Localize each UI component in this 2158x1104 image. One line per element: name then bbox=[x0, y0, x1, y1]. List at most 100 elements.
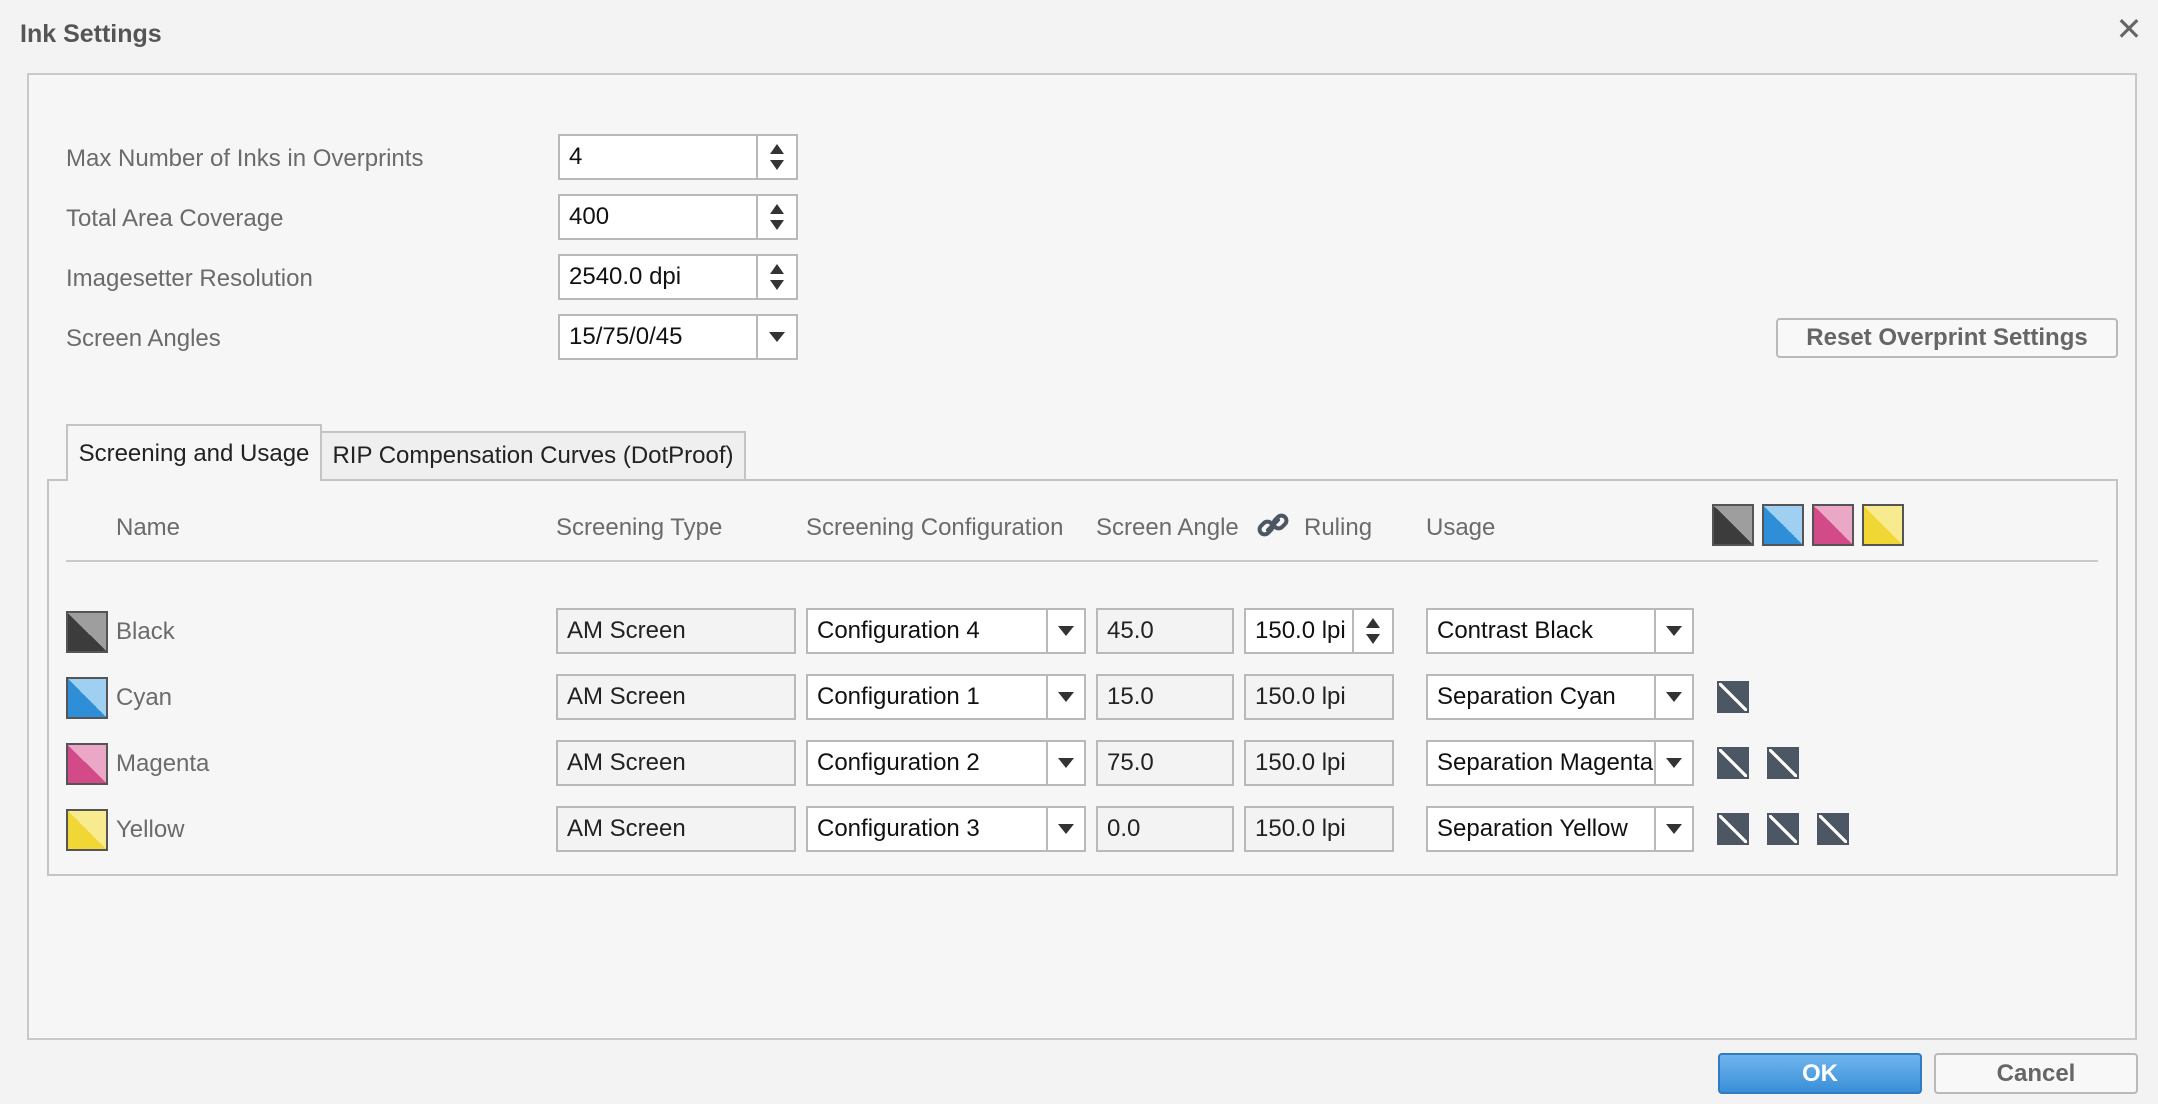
screening-type-field: AM Screen bbox=[556, 674, 796, 720]
ruling-field: 150.0 lpi bbox=[1244, 740, 1394, 786]
ok-button[interactable]: OK bbox=[1718, 1053, 1922, 1094]
arrow-down-icon[interactable] bbox=[1366, 634, 1380, 644]
screening-config-select[interactable]: Configuration 3 bbox=[806, 806, 1048, 852]
column-header-screen-angle: Screen Angle bbox=[1096, 514, 1239, 541]
swatch-header-black bbox=[1712, 504, 1754, 551]
overprint-toggle[interactable] bbox=[1717, 681, 1749, 713]
usage-select[interactable]: Separation Cyan bbox=[1426, 674, 1656, 720]
screening-config-dropdown[interactable] bbox=[1046, 674, 1086, 720]
chevron-down-icon bbox=[1666, 692, 1682, 702]
cyan-swatch-icon bbox=[66, 677, 108, 719]
screen-angle-field: 45.0 bbox=[1096, 608, 1234, 654]
tab-screening-usage[interactable]: Screening and Usage bbox=[66, 424, 322, 481]
cancel-button[interactable]: Cancel bbox=[1934, 1053, 2138, 1094]
screen-angle-field: 0.0 bbox=[1096, 806, 1234, 852]
overprint-toggle[interactable] bbox=[1717, 813, 1749, 845]
ink-name: Cyan bbox=[116, 684, 173, 711]
arrow-down-icon[interactable] bbox=[770, 280, 784, 290]
header-divider bbox=[66, 560, 2098, 562]
overprint-toggle[interactable] bbox=[1767, 747, 1799, 779]
tab-rip-compensation[interactable]: RIP Compensation Curves (DotProof) bbox=[320, 431, 746, 481]
ruling-stepper[interactable] bbox=[1352, 608, 1394, 654]
usage-select[interactable]: Separation Yellow bbox=[1426, 806, 1656, 852]
link-icon[interactable] bbox=[1256, 508, 1290, 542]
overprint-icon bbox=[1717, 813, 1749, 845]
column-header-usage: Usage bbox=[1426, 514, 1496, 541]
column-header-screening-type: Screening Type bbox=[556, 514, 723, 541]
screen-angle-field: 15.0 bbox=[1096, 674, 1234, 720]
black-swatch-icon bbox=[66, 611, 108, 653]
screening-config-dropdown[interactable] bbox=[1046, 740, 1086, 786]
overprint-toggle[interactable] bbox=[1817, 813, 1849, 845]
usage-select[interactable]: Contrast Black bbox=[1426, 608, 1656, 654]
ink-name: Black bbox=[116, 618, 175, 645]
screening-config-select[interactable]: Configuration 4 bbox=[806, 608, 1048, 654]
column-header-ruling: Ruling bbox=[1304, 514, 1373, 541]
swatch-header-yellow bbox=[1862, 504, 1904, 551]
chevron-down-icon bbox=[769, 332, 785, 342]
screening-config-select[interactable]: Configuration 2 bbox=[806, 740, 1048, 786]
chevron-down-icon bbox=[1666, 824, 1682, 834]
overprint-icon bbox=[1717, 681, 1749, 713]
arrow-down-icon[interactable] bbox=[770, 160, 784, 170]
arrow-down-icon[interactable] bbox=[770, 220, 784, 230]
ruling-field: 150.0 lpi bbox=[1244, 806, 1394, 852]
chevron-down-icon bbox=[1058, 824, 1074, 834]
reset-overprint-button[interactable]: Reset Overprint Settings bbox=[1776, 318, 2118, 358]
cyan-swatch-icon bbox=[1762, 504, 1804, 546]
column-header-name: Name bbox=[116, 514, 181, 541]
resolution-input[interactable]: 2540.0 dpi bbox=[558, 254, 758, 300]
arrow-up-icon[interactable] bbox=[770, 264, 784, 274]
close-icon[interactable]: ✕ bbox=[2114, 13, 2144, 45]
screening-config-dropdown[interactable] bbox=[1046, 608, 1086, 654]
screening-type-field: AM Screen bbox=[556, 740, 796, 786]
screening-type-field: AM Screen bbox=[556, 806, 796, 852]
swatch-header-cyan bbox=[1762, 504, 1804, 551]
overprint-icon bbox=[1767, 813, 1799, 845]
ruling-field: 150.0 lpi bbox=[1244, 674, 1394, 720]
usage-dropdown[interactable] bbox=[1654, 608, 1694, 654]
screen-angle-field: 75.0 bbox=[1096, 740, 1234, 786]
dialog-title: Ink Settings bbox=[20, 20, 162, 48]
usage-dropdown[interactable] bbox=[1654, 740, 1694, 786]
ink-name: Magenta bbox=[116, 750, 210, 777]
screen-angles-label: Screen Angles bbox=[66, 325, 221, 352]
overprint-toggle[interactable] bbox=[1767, 813, 1799, 845]
ruling-input[interactable]: 150.0 lpi bbox=[1244, 608, 1354, 654]
resolution-label: Imagesetter Resolution bbox=[66, 265, 313, 292]
tac-stepper[interactable] bbox=[756, 194, 798, 240]
chevron-down-icon bbox=[1666, 758, 1682, 768]
chevron-down-icon bbox=[1058, 692, 1074, 702]
overprint-icon bbox=[1817, 813, 1849, 845]
screen-angles-dropdown[interactable] bbox=[756, 314, 798, 360]
max-inks-label: Max Number of Inks in Overprints bbox=[66, 145, 424, 172]
yellow-swatch-icon bbox=[1862, 504, 1904, 546]
screen-angles-select[interactable]: 15/75/0/45 bbox=[558, 314, 758, 360]
max-inks-input[interactable]: 4 bbox=[558, 134, 758, 180]
swatch-header-magenta bbox=[1812, 504, 1854, 551]
usage-select[interactable]: Separation Magenta bbox=[1426, 740, 1656, 786]
screening-config-select[interactable]: Configuration 1 bbox=[806, 674, 1048, 720]
tac-label: Total Area Coverage bbox=[66, 205, 284, 232]
magenta-swatch-icon bbox=[66, 743, 108, 785]
ink-name: Yellow bbox=[116, 816, 185, 843]
column-header-screening-config: Screening Configuration bbox=[806, 514, 1064, 541]
resolution-stepper[interactable] bbox=[756, 254, 798, 300]
chevron-down-icon bbox=[1058, 626, 1074, 636]
arrow-up-icon[interactable] bbox=[770, 204, 784, 214]
max-inks-stepper[interactable] bbox=[756, 134, 798, 180]
overprint-icon bbox=[1717, 747, 1749, 779]
black-swatch-icon bbox=[1712, 504, 1754, 546]
magenta-swatch-icon bbox=[1812, 504, 1854, 546]
chevron-down-icon bbox=[1058, 758, 1074, 768]
overprint-toggle[interactable] bbox=[1717, 747, 1749, 779]
yellow-swatch-icon bbox=[66, 809, 108, 851]
chevron-down-icon bbox=[1666, 626, 1682, 636]
arrow-up-icon[interactable] bbox=[770, 144, 784, 154]
tac-input[interactable]: 400 bbox=[558, 194, 758, 240]
arrow-up-icon[interactable] bbox=[1366, 618, 1380, 628]
usage-dropdown[interactable] bbox=[1654, 806, 1694, 852]
overprint-icon bbox=[1767, 747, 1799, 779]
usage-dropdown[interactable] bbox=[1654, 674, 1694, 720]
screening-config-dropdown[interactable] bbox=[1046, 806, 1086, 852]
